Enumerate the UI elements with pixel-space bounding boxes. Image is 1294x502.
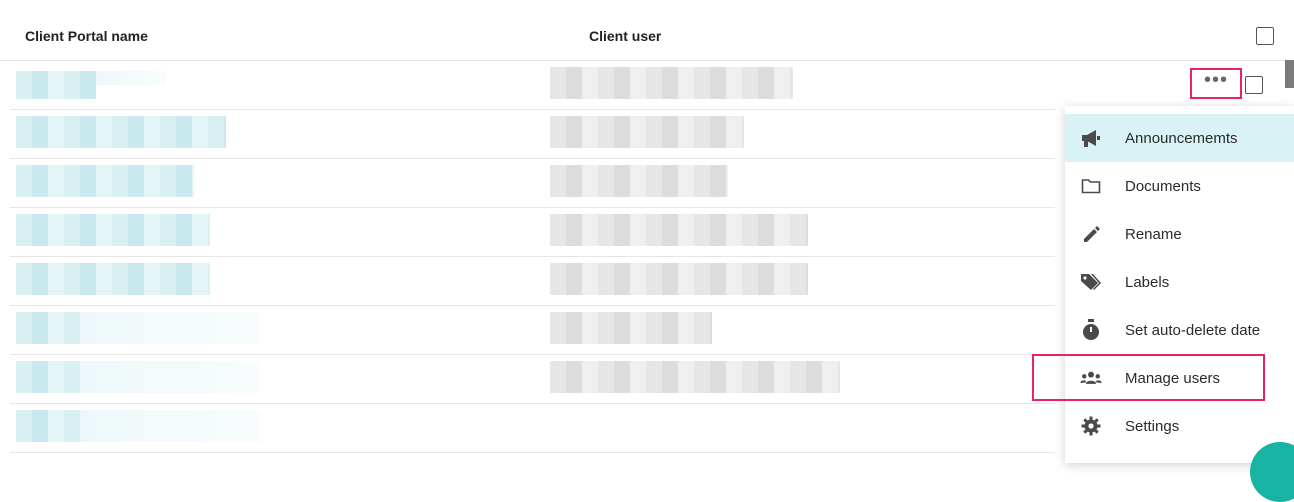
context-menu: Announcememts Documents Rename Labels Se… xyxy=(1065,106,1294,463)
redacted-fragment xyxy=(96,71,166,85)
select-all-checkbox[interactable] xyxy=(1256,27,1274,45)
client-user-redacted xyxy=(550,263,808,295)
table-header: Client Portal name Client user xyxy=(0,0,1294,61)
column-header-client-user[interactable]: Client user xyxy=(589,28,661,44)
menu-item-announcements[interactable]: Announcememts xyxy=(1065,114,1294,162)
client-portal-name-redacted[interactable] xyxy=(16,165,194,197)
menu-item-rename[interactable]: Rename xyxy=(1065,210,1294,258)
client-user-redacted xyxy=(550,165,728,197)
client-portal-name-redacted[interactable] xyxy=(16,361,80,393)
menu-item-documents[interactable]: Documents xyxy=(1065,162,1294,210)
redacted-fragment xyxy=(80,410,260,442)
menu-item-label: Settings xyxy=(1125,417,1180,435)
column-header-client-portal-name[interactable]: Client Portal name xyxy=(25,28,148,44)
client-portal-name-redacted[interactable] xyxy=(16,312,80,344)
menu-item-labels[interactable]: Labels xyxy=(1065,258,1294,306)
table-row[interactable] xyxy=(10,110,1055,159)
redacted-fragment xyxy=(80,312,260,344)
redacted-fragment xyxy=(80,361,260,393)
menu-item-set-auto-delete-date[interactable]: Set auto-delete date xyxy=(1065,306,1294,354)
more-actions-button[interactable]: ••• xyxy=(1190,68,1242,99)
client-portal-name-redacted[interactable] xyxy=(16,263,210,295)
scrollbar-thumb[interactable] xyxy=(1285,60,1294,88)
menu-item-label: Labels xyxy=(1125,273,1170,291)
pencil-icon xyxy=(1080,223,1102,245)
folder-icon xyxy=(1080,175,1102,197)
menu-item-label: Set auto-delete date xyxy=(1125,321,1261,339)
highlight-annotation xyxy=(1032,354,1265,401)
gear-icon xyxy=(1080,415,1102,437)
client-user-redacted xyxy=(550,312,712,344)
client-user-redacted xyxy=(550,116,744,148)
table-row[interactable] xyxy=(10,61,1263,110)
client-portal-name-redacted[interactable] xyxy=(16,71,96,99)
table-row[interactable] xyxy=(10,159,1055,208)
client-portal-name-redacted[interactable] xyxy=(16,116,226,148)
client-portal-name-redacted[interactable] xyxy=(16,214,210,246)
menu-item-settings[interactable]: Settings xyxy=(1065,402,1294,450)
client-user-redacted xyxy=(550,361,840,393)
ellipsis-icon: ••• xyxy=(1203,68,1228,91)
table-row[interactable] xyxy=(10,306,1055,355)
table-row[interactable] xyxy=(10,257,1055,306)
client-user-redacted xyxy=(550,67,793,99)
menu-item-label: Announcememts xyxy=(1125,129,1238,147)
menu-item-label: Rename xyxy=(1125,225,1182,243)
stopwatch-icon xyxy=(1080,319,1102,341)
row-checkbox[interactable] xyxy=(1245,76,1263,94)
tags-icon xyxy=(1080,271,1102,293)
table-row[interactable] xyxy=(10,355,1055,404)
menu-item-label: Documents xyxy=(1125,177,1201,195)
megaphone-icon xyxy=(1080,127,1102,149)
client-user-redacted xyxy=(550,214,808,246)
client-portal-name-redacted[interactable] xyxy=(16,410,80,442)
table-row[interactable] xyxy=(10,208,1055,257)
table-row[interactable] xyxy=(10,404,1055,453)
